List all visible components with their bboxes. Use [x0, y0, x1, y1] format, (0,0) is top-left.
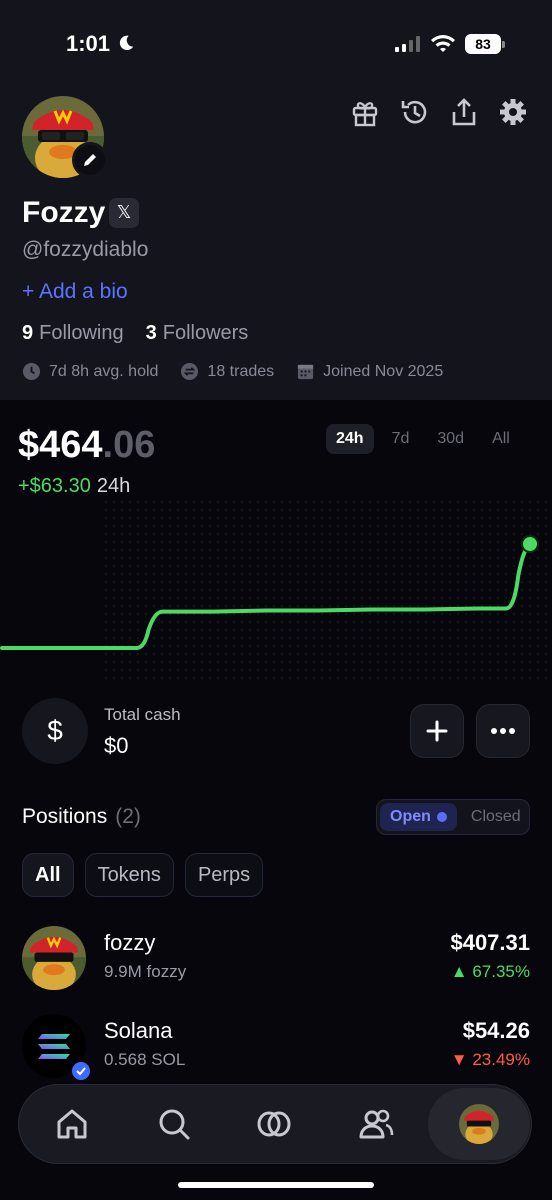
range-tab-24h[interactable]: 24h	[326, 424, 374, 454]
position-row[interactable]: Solana 0.568 SOL $54.26 ▼ 23.49%	[22, 1014, 530, 1082]
total-cash-label: Total cash	[104, 705, 181, 724]
wifi-icon	[431, 35, 455, 52]
joined-stat: Joined Nov 2025	[296, 362, 443, 381]
ellipsis-icon	[491, 728, 515, 734]
avg-hold-text: 7d 8h avg. hold	[49, 362, 159, 380]
add-bio-link[interactable]: + Add a bio	[22, 280, 128, 304]
filter-tab-tokens[interactable]: Tokens	[84, 853, 174, 897]
battery-tip	[502, 41, 505, 48]
toggle-closed-button[interactable]: Closed	[471, 808, 521, 826]
position-name: Solana	[104, 1018, 173, 1043]
open-closed-toggle: Open Closed	[376, 799, 530, 835]
edit-avatar-button[interactable]	[72, 142, 108, 178]
filter-tab-perps[interactable]: Perps	[184, 853, 264, 897]
position-value: $54.26	[462, 1018, 530, 1043]
x-social-icon[interactable]: 𝕏	[109, 198, 139, 228]
position-change: ▼ 23.49%	[450, 1050, 530, 1069]
followers-label: Followers	[162, 322, 249, 344]
range-tab-30d[interactable]: 30d	[427, 424, 474, 454]
position-amount: 9.9M fozzy	[104, 962, 187, 981]
clock-icon	[22, 362, 41, 381]
history-icon[interactable]	[399, 96, 431, 128]
social-icon[interactable]	[358, 1106, 394, 1142]
gift-icon[interactable]	[349, 96, 381, 128]
search-icon[interactable]	[156, 1106, 192, 1142]
change-period: 24h	[96, 475, 131, 497]
add-cash-button[interactable]	[410, 704, 464, 758]
chart-grid-dots	[100, 500, 552, 680]
positions-count: (2)	[115, 805, 141, 828]
following-count: 9	[22, 322, 34, 344]
home-indicator	[178, 1182, 374, 1188]
verified-check-icon	[70, 1060, 92, 1082]
battery-indicator: 83	[465, 34, 505, 54]
swap-icon	[181, 362, 199, 381]
battery-level: 83	[465, 34, 501, 54]
following-link[interactable]: 9 Following	[22, 322, 124, 344]
home-icon[interactable]	[54, 1106, 90, 1142]
profile-name: Fozzy	[22, 196, 106, 229]
calendar-icon	[298, 364, 314, 380]
balance-dollars: $464	[18, 424, 103, 466]
more-options-button[interactable]	[476, 704, 530, 758]
balance-cents: .06	[102, 424, 156, 466]
plus-icon	[426, 720, 448, 742]
fozzy-token-icon	[22, 926, 86, 990]
followers-link[interactable]: 3 Followers	[146, 322, 249, 344]
trades-text: 18 trades	[207, 362, 275, 380]
profile-handle: @fozzydiablo	[22, 238, 149, 261]
nav-profile-avatar	[459, 1104, 499, 1144]
profile-meta: 7d 8h avg. hold 18 trades Joined Nov 202…	[22, 362, 465, 381]
status-time: 1:01	[66, 31, 111, 56]
position-value: $407.31	[450, 930, 530, 955]
filter-tab-all[interactable]: All	[22, 853, 74, 897]
share-icon[interactable]	[448, 96, 480, 128]
position-change: ▲ 67.35%	[450, 962, 530, 981]
range-tab-7d[interactable]: 7d	[382, 424, 420, 454]
position-filter-tabs: All Tokens Perps	[22, 853, 274, 897]
change-value: +$63.30	[18, 475, 91, 497]
position-name: fozzy	[104, 930, 156, 955]
position-amount: 0.568 SOL	[104, 1050, 186, 1069]
toggle-open-button[interactable]: Open	[380, 803, 457, 831]
toggle-open-label: Open	[390, 808, 431, 825]
range-tab-all[interactable]: All	[482, 424, 520, 454]
positions-heading: Positions (2)	[22, 805, 141, 829]
positions-title: Positions	[22, 805, 108, 828]
settings-gear-icon[interactable]	[497, 96, 529, 128]
dollar-icon: $	[22, 698, 88, 764]
cellular-signal-icon	[395, 36, 420, 52]
balance-change: +$63.30 24h	[18, 475, 130, 498]
portfolio-balance: $464.06	[18, 424, 155, 467]
followers-count: 3	[145, 322, 157, 344]
moon-icon	[119, 35, 134, 51]
open-indicator-dot	[436, 812, 447, 822]
trade-icon[interactable]	[256, 1106, 292, 1142]
position-row[interactable]: fozzy 9.9M fozzy $407.31 ▲ 67.35%	[22, 926, 530, 992]
time-range-tabs: 24h 7d 30d All	[326, 424, 528, 454]
joined-text: Joined Nov 2025	[323, 362, 444, 380]
total-cash-value: $0	[104, 733, 129, 758]
avg-hold-stat: 7d 8h avg. hold	[22, 362, 158, 381]
chart-end-point	[521, 535, 539, 553]
trades-stat: 18 trades	[180, 362, 274, 381]
pencil-icon	[84, 154, 96, 166]
follow-stats: 9 Following 3 Followers	[22, 322, 248, 345]
portfolio-chart[interactable]	[0, 500, 552, 680]
following-label: Following	[39, 322, 124, 344]
nav-profile-tab[interactable]	[428, 1088, 530, 1160]
